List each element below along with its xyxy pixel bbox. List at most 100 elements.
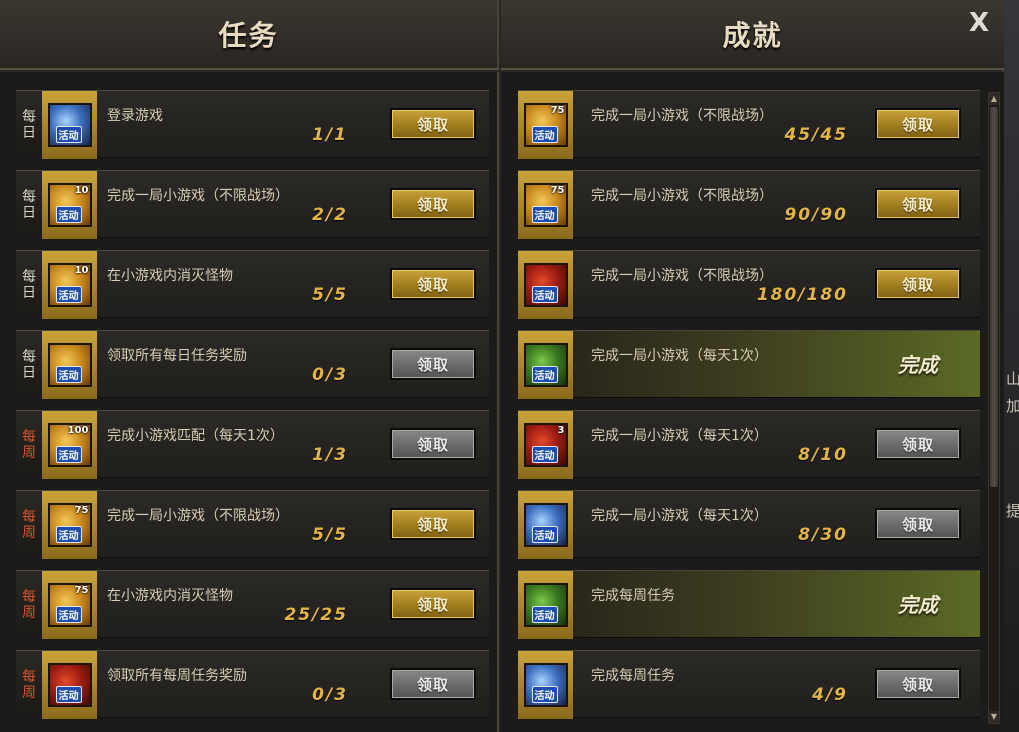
activity-badge: 活动 <box>55 446 82 463</box>
achievement-row: 活动 完成每周任务 完成 <box>518 570 980 639</box>
weekly-tag: 每周 <box>16 571 42 639</box>
achievement-title: 完成一局小游戏（每天1次） <box>591 508 768 524</box>
blue-sword-activity-icon: 活动 <box>523 503 568 547</box>
blue-sword-activity-icon: 活动 <box>523 663 568 707</box>
task-title: 领取所有每日任务奖励 <box>107 348 247 364</box>
achievements-scrollbar[interactable]: ▲ ▼ <box>988 92 1000 724</box>
tasks-header: 任务 <box>0 0 499 70</box>
reward-icon-frame: 活动 <box>42 91 97 159</box>
claim-button[interactable]: 领取 <box>875 108 961 140</box>
claim-button[interactable]: 领取 <box>390 508 476 540</box>
tag-char: 每 <box>22 589 36 605</box>
reward-icon-frame: 活动 <box>518 331 573 399</box>
gold-fist-activity-icon: 100 活动 <box>47 423 92 467</box>
icon-number: 75 <box>74 585 89 596</box>
completed-label: 完成 <box>898 593 938 617</box>
tag-char: 日 <box>22 285 36 301</box>
sword-activity-icon: 活动 <box>47 103 92 147</box>
weekly-tag: 每周 <box>16 411 42 479</box>
activity-badge: 活动 <box>531 126 558 143</box>
icon-number: 75 <box>550 105 565 116</box>
achievement-title: 完成一局小游戏（每天1次） <box>591 348 768 364</box>
checkmark-activity-icon: 活动 <box>523 343 568 387</box>
tag-char: 周 <box>22 525 36 541</box>
gold-fist-activity-icon: 75 活动 <box>523 103 568 147</box>
tag-char: 每 <box>22 189 36 205</box>
task-title: 登录游戏 <box>107 108 163 124</box>
activity-badge: 活动 <box>55 606 82 623</box>
daily-tag: 每日 <box>16 171 42 239</box>
tag-char: 每 <box>22 109 36 125</box>
task-progress: 5/5 <box>312 285 348 305</box>
claim-button[interactable]: 领取 <box>390 428 476 460</box>
reward-icon-frame: 75 活动 <box>42 571 97 639</box>
achievement-title: 完成一局小游戏（每天1次） <box>591 428 768 444</box>
claim-button[interactable]: 领取 <box>390 668 476 700</box>
achievement-title: 完成每周任务 <box>591 588 675 604</box>
reward-icon-frame: 活动 <box>518 491 573 559</box>
claim-button[interactable]: 领取 <box>875 188 961 220</box>
claim-button[interactable]: 领取 <box>390 348 476 380</box>
achievement-progress: 8/10 <box>798 445 848 465</box>
scroll-thumb[interactable] <box>990 107 998 487</box>
claim-button[interactable]: 领取 <box>390 188 476 220</box>
task-progress: 2/2 <box>312 205 348 225</box>
tasks-list: 每日活动 登录游戏 1/1 领取每日 10 活动 完成一局小游戏（不限战场） 2/2 领取每日 1… <box>0 72 499 732</box>
activity-badge: 活动 <box>531 366 558 383</box>
claim-button[interactable]: 领取 <box>875 508 961 540</box>
red-sword-activity-icon: 3 活动 <box>523 423 568 467</box>
task-row: 每周 75 活动 在小游戏内消灭怪物 25/25 领取 <box>16 570 489 639</box>
achievement-progress: 90/90 <box>784 205 848 225</box>
activity-badge: 活动 <box>531 206 558 223</box>
close-icon[interactable]: X <box>964 8 994 38</box>
claim-button[interactable]: 领取 <box>390 588 476 620</box>
achievements-list: 75 活动 完成一局小游戏（不限战场） 45/45 领取 75 活动 完成一局小游戏（不限战场… <box>501 72 1004 732</box>
completed-label: 完成 <box>898 353 938 377</box>
gold-fist-activity-icon: 75 活动 <box>47 583 92 627</box>
claim-button[interactable]: 领取 <box>875 668 961 700</box>
gold-fist-activity-icon: 75 活动 <box>47 503 92 547</box>
claim-button[interactable]: 领取 <box>390 108 476 140</box>
task-progress: 0/3 <box>312 685 348 705</box>
claim-button[interactable]: 领取 <box>875 428 961 460</box>
tag-char: 周 <box>22 605 36 621</box>
claim-button[interactable]: 领取 <box>390 268 476 300</box>
scroll-up-arrow-icon[interactable]: ▲ <box>989 93 999 105</box>
achievement-progress: 8/30 <box>798 525 848 545</box>
achievement-title: 完成一局小游戏（不限战场） <box>591 268 773 284</box>
reward-icon-frame: 活动 <box>42 651 97 719</box>
task-achievement-window: 任务 成就 X 每日活动 登录游戏 1/1 领取每日 10 活动 完成一局小游戏（不限战场）… <box>0 0 1004 732</box>
reward-icon-frame: 活动 <box>518 571 573 639</box>
reward-icon-frame: 3 活动 <box>518 411 573 479</box>
task-row: 每周 100 活动 完成小游戏匹配（每天1次） 1/3 领取 <box>16 410 489 479</box>
task-title: 在小游戏内消灭怪物 <box>107 268 233 284</box>
task-row: 每周活动 领取所有每周任务奖励 0/3 领取 <box>16 650 489 719</box>
tag-char: 日 <box>22 125 36 141</box>
background-window-edge: 山 加 提 <box>1004 0 1019 732</box>
tag-char: 周 <box>22 445 36 461</box>
icon-number: 75 <box>74 505 89 516</box>
daily-tag: 每日 <box>16 91 42 159</box>
reward-icon-frame: 活动 <box>42 331 97 399</box>
background-text: 山 <box>1006 370 1019 388</box>
activity-badge: 活动 <box>55 686 82 703</box>
task-progress: 25/25 <box>284 605 348 625</box>
achievement-row: 活动 完成一局小游戏（每天1次） 完成 <box>518 330 980 399</box>
task-row: 每日活动 登录游戏 1/1 领取 <box>16 90 489 159</box>
achievement-progress: 180/180 <box>756 285 848 305</box>
achievement-progress: 45/45 <box>784 125 848 145</box>
gift-box-activity-icon: 活动 <box>523 263 568 307</box>
reward-icon-frame: 10 活动 <box>42 171 97 239</box>
gold-fist-activity-icon: 75 活动 <box>523 183 568 227</box>
scroll-down-arrow-icon[interactable]: ▼ <box>989 711 999 723</box>
achievement-progress: 4/9 <box>812 685 848 705</box>
achievement-row: 活动 完成每周任务 4/9 领取 <box>518 650 980 719</box>
weekly-tag: 每周 <box>16 651 42 719</box>
achievement-title: 完成一局小游戏（不限战场） <box>591 108 773 124</box>
activity-badge: 活动 <box>55 206 82 223</box>
task-row: 每周 75 活动 完成一局小游戏（不限战场） 5/5 领取 <box>16 490 489 559</box>
claim-button[interactable]: 领取 <box>875 268 961 300</box>
reward-icon-frame: 10 活动 <box>42 251 97 319</box>
background-text: 加 <box>1006 397 1019 415</box>
tag-char: 每 <box>22 429 36 445</box>
